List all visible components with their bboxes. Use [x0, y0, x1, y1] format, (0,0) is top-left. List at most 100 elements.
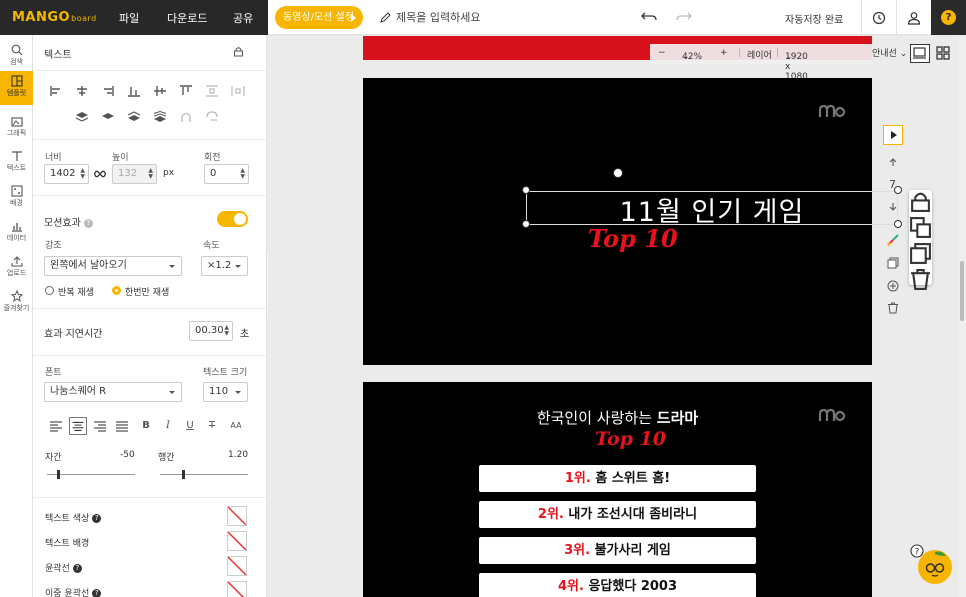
slide-subtitle[interactable]: Top 10: [588, 224, 678, 253]
width-stepper[interactable]: ▲ ▼: [80, 168, 85, 180]
rotate-handle[interactable]: [613, 168, 623, 178]
undo-icon[interactable]: [640, 8, 658, 26]
align-left-icon[interactable]: [49, 85, 63, 97]
uppercase-button[interactable]: AA: [227, 417, 245, 435]
text-bg-swatch[interactable]: [227, 531, 247, 551]
info-icon[interactable]: ?: [83, 218, 93, 228]
help-button[interactable]: ?: [931, 0, 966, 35]
group-icon[interactable]: [179, 111, 193, 123]
paint-brush-icon[interactable]: [886, 233, 900, 247]
iconbar-graphic[interactable]: 그래픽: [0, 111, 33, 143]
italic-button[interactable]: I: [159, 417, 177, 435]
duplicate-slide-icon[interactable]: [887, 257, 899, 269]
arrow-up-icon[interactable]: [887, 157, 899, 167]
motion-settings-button[interactable]: 동영상/모션 설정: [275, 6, 363, 29]
iconbar-data[interactable]: 데이터: [0, 216, 33, 248]
strikethrough-button[interactable]: T: [203, 417, 221, 435]
layer-order-icon[interactable]: [909, 216, 932, 239]
history-button[interactable]: [861, 0, 896, 35]
slide2-subtitle[interactable]: Top 10: [595, 428, 666, 450]
iconbar-favorites[interactable]: 즐겨찾기: [0, 286, 33, 318]
title-input[interactable]: 제목을 입력하세요: [380, 9, 480, 25]
menu-file[interactable]: 파일: [119, 10, 139, 26]
text-justify-icon[interactable]: [113, 417, 131, 435]
text-align-right-icon[interactable]: [91, 417, 109, 435]
info-icon[interactable]: ?: [92, 514, 102, 523]
zoom-out-button[interactable]: −: [658, 48, 666, 58]
mascot-assistant-button[interactable]: [918, 550, 952, 584]
height-stepper[interactable]: ▲ ▼: [148, 168, 153, 180]
iconbar-background[interactable]: 배경: [0, 181, 33, 213]
letter-spacing-slider[interactable]: [47, 470, 135, 479]
distribute-h-icon[interactable]: [231, 85, 245, 97]
rank-item[interactable]: 1위. 홈 스위트 홈!: [479, 465, 756, 492]
outline-swatch[interactable]: [227, 556, 247, 576]
grid-view-button[interactable]: [934, 44, 954, 63]
align-right-icon[interactable]: [101, 85, 115, 97]
align-top-icon[interactable]: [179, 85, 193, 97]
iconbar-upload[interactable]: 업로드: [0, 251, 33, 283]
account-button[interactable]: [896, 0, 931, 35]
rotate-stepper[interactable]: ▲ ▼: [240, 168, 245, 180]
guide-select[interactable]: 안내선 ⌄: [872, 46, 907, 59]
send-to-back-icon[interactable]: [153, 111, 167, 123]
slide-next[interactable]: 한국인이 사랑하는 드라마 Top 10 1위. 홈 스위트 홈! 2위. 내가…: [363, 382, 872, 597]
copy-icon[interactable]: [909, 242, 932, 265]
arrow-down-icon[interactable]: [887, 202, 899, 212]
rank-item[interactable]: 3위. 불가사리 게임: [479, 537, 756, 564]
delete-slide-icon[interactable]: [887, 302, 899, 314]
height-field[interactable]: 132 ▲ ▼: [112, 164, 157, 184]
bold-button[interactable]: B: [137, 417, 155, 435]
width-field[interactable]: 1402 ▲ ▼: [44, 164, 89, 184]
iconbar-text[interactable]: 텍스트: [0, 146, 33, 178]
text-align-center-icon[interactable]: [69, 417, 87, 435]
delay-field[interactable]: 00.30 ▲ ▼: [189, 321, 233, 341]
align-center-h-icon[interactable]: [75, 85, 89, 97]
zoom-in-button[interactable]: +: [720, 48, 728, 58]
redo-icon[interactable]: [675, 8, 693, 26]
info-icon[interactable]: ?: [72, 564, 82, 573]
letter-spacing-thumb[interactable]: [57, 470, 60, 479]
size-select[interactable]: 110: [203, 382, 248, 402]
lock-icon[interactable]: [909, 190, 932, 213]
menu-share[interactable]: 공유: [233, 10, 253, 26]
canvas-scrollbar[interactable]: [958, 36, 966, 597]
repeat-radio[interactable]: [45, 286, 54, 295]
scrollbar-thumb[interactable]: [960, 261, 964, 321]
double-outline-swatch[interactable]: [227, 581, 247, 597]
font-select[interactable]: 나눔스퀘어 R: [44, 382, 182, 402]
align-bottom-icon[interactable]: [127, 85, 141, 97]
motion-toggle[interactable]: [217, 211, 248, 227]
text-align-left-icon[interactable]: [47, 417, 65, 435]
trash-icon[interactable]: [909, 268, 932, 291]
play-slide-button[interactable]: [883, 125, 903, 145]
app-logo[interactable]: MANGOboard: [12, 10, 97, 25]
slide-active[interactable]: 11월 인기 게임 Top 10: [363, 78, 932, 365]
info-icon[interactable]: ?: [92, 589, 102, 597]
iconbar-template[interactable]: 템플릿: [0, 71, 33, 105]
iconbar-search[interactable]: 검색: [0, 40, 33, 72]
link-ratio-icon[interactable]: [94, 169, 106, 179]
line-height-slider[interactable]: [160, 470, 248, 479]
send-backward-icon[interactable]: [127, 111, 141, 123]
add-slide-icon[interactable]: [887, 280, 899, 292]
slide-headline[interactable]: 11월 인기 게임: [526, 190, 898, 229]
emphasis-select[interactable]: 왼쪽에서 날아오기: [44, 256, 182, 276]
bring-to-front-icon[interactable]: [75, 111, 89, 123]
lock-icon[interactable]: [233, 46, 244, 57]
single-view-button[interactable]: [910, 44, 930, 63]
align-middle-v-icon[interactable]: [153, 85, 167, 97]
line-height-thumb[interactable]: [182, 470, 185, 479]
text-color-swatch[interactable]: [227, 506, 247, 526]
menu-download[interactable]: 다운로드: [167, 10, 207, 26]
rotate-field[interactable]: 0 ▲ ▼: [204, 164, 249, 184]
distribute-v-icon[interactable]: [205, 85, 219, 97]
rank-item[interactable]: 4위. 응답했다 2003: [479, 573, 756, 597]
speed-select[interactable]: ×1.2: [201, 256, 248, 276]
editor-canvas[interactable]: − 42% ⌄ + | 레이어 | 1920 x 1080 px ⌄ 안내선 ⌄…: [268, 36, 958, 597]
layer-button[interactable]: 레이어: [747, 48, 772, 61]
ungroup-icon[interactable]: [205, 111, 219, 123]
delay-stepper[interactable]: ▲ ▼: [224, 325, 229, 337]
slide2-heading[interactable]: 한국인이 사랑하는 드라마: [363, 407, 872, 428]
bring-forward-icon[interactable]: [101, 111, 115, 123]
